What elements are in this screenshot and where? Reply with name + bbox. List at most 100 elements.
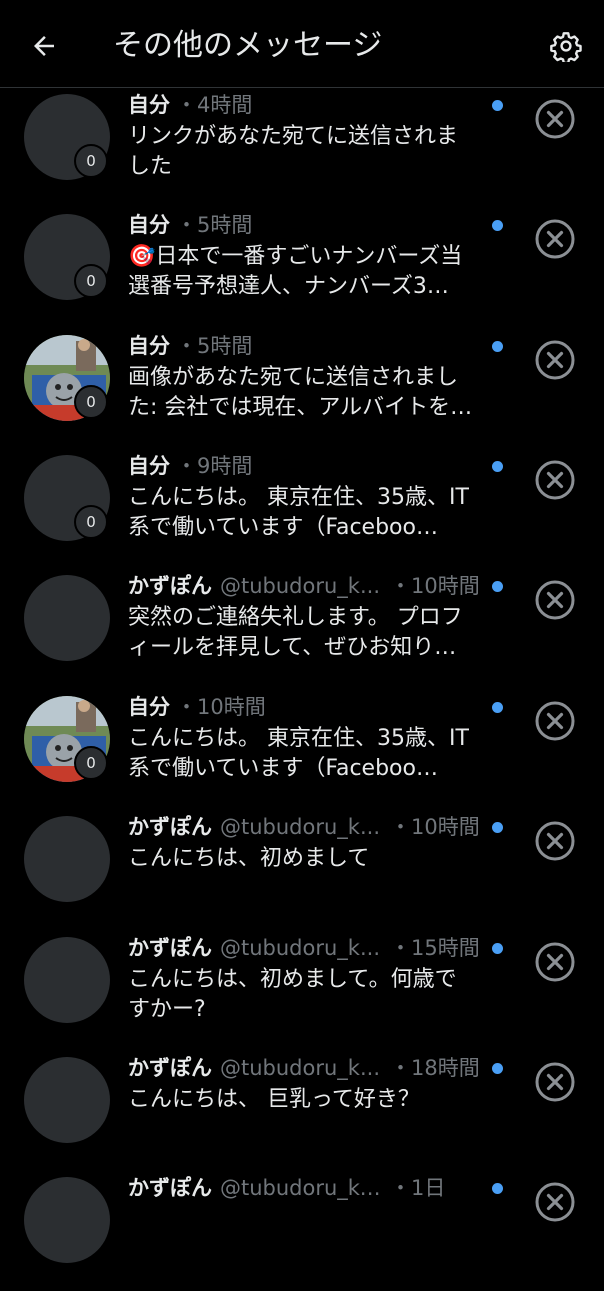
sender-line: かずぽん @tubudoru_k...	[128, 571, 380, 601]
sender-name: かずぽん	[128, 936, 212, 960]
message-time: ・9時間	[176, 454, 253, 478]
close-circle-icon	[535, 219, 575, 259]
dismiss-button[interactable]	[533, 1180, 577, 1224]
message-preview: 🎯日本で一番すごいナンバーズ当選番号予想達人、ナンバーズ3…	[128, 244, 463, 299]
close-circle-icon	[535, 942, 575, 982]
sender-handle: @tubudoru_k...	[220, 815, 380, 839]
dismiss-button[interactable]	[533, 1060, 577, 1104]
avatar[interactable]	[24, 937, 110, 1023]
conversation-row[interactable]: かずぽん @tubudoru_k... ・18時間こんにちは、 巨乳って好き？	[0, 1051, 604, 1171]
sender-line: 自分 ・5時間	[128, 210, 252, 240]
sender-name: かずぽん	[128, 1176, 212, 1200]
avatar[interactable]: 0	[24, 455, 110, 541]
message-time: ・10時間	[390, 815, 480, 839]
unread-dot	[492, 943, 503, 954]
message-time: ・5時間	[176, 334, 253, 358]
unread-dot	[492, 702, 503, 713]
sender-handle: @tubudoru_k...	[220, 936, 380, 960]
dismiss-button[interactable]	[533, 578, 577, 622]
conversation-row[interactable]: 0 自分 ・5時間画像があなた宛てに送信されました: 会社では現在、アルバイトを…	[0, 329, 604, 449]
sender-line: かずぽん @tubudoru_k...	[128, 1053, 380, 1083]
page-title: その他のメッセージ	[113, 28, 383, 63]
conversation-row[interactable]: 0 自分 ・5時間 🎯日本で一番すごいナンバーズ当選番号予想達人、ナンバーズ3…	[0, 208, 604, 328]
conversation-row[interactable]: 0 自分 ・10時間こんにちは。 東京在住、35歳、IT系で働いています（Faceb…	[0, 690, 604, 810]
unread-dot	[492, 1063, 503, 1074]
message-preview: 画像があなた宛てに送信されました: 会社では現在、アルバイトを…	[128, 365, 473, 420]
avatar-badge: 0	[74, 746, 108, 780]
message-preview: こんにちは、 巨乳って好き？	[128, 1087, 420, 1112]
sender-name: 自分	[128, 93, 170, 117]
avatar[interactable]: 0	[24, 94, 110, 180]
avatar[interactable]: 0	[24, 335, 110, 421]
dismiss-button[interactable]	[533, 819, 577, 863]
arrow-left-icon	[34, 36, 54, 56]
message-preview: こんにちは、初めまして。何歳ですかー?	[128, 967, 457, 1022]
message-preview: 突然のご連絡失礼します。 プロフィールを拝見して、ぜひお知り…	[128, 605, 463, 660]
message-preview: こんにちは。 東京在住、35歳、IT系で働いています（Faceboo…	[128, 485, 469, 540]
message-time: ・5時間	[176, 213, 253, 237]
avatar[interactable]	[24, 1057, 110, 1143]
avatar[interactable]	[24, 816, 110, 902]
avatar-badge: 0	[74, 144, 108, 178]
close-circle-icon	[535, 821, 575, 861]
sender-line: かずぽん @tubudoru_k...	[128, 933, 380, 963]
gear-icon	[550, 32, 582, 62]
conversation-row[interactable]: かずぽん @tubudoru_k... ・10時間突然のご連絡失礼します。 プロフィ…	[0, 569, 604, 689]
sender-line: かずぽん @tubudoru_k...	[128, 812, 380, 842]
dismiss-button[interactable]	[533, 458, 577, 502]
close-circle-icon	[535, 460, 575, 500]
conversation-row[interactable]: かずぽん @tubudoru_k... ・15時間こんにちは、初めまして。何歳ですか…	[0, 931, 604, 1051]
conversation-row[interactable]: 0 自分 ・4時間リンクがあなた宛てに送信されました	[0, 88, 604, 208]
message-preview: こんにちは。 東京在住、35歳、IT系で働いています（Faceboo…	[128, 726, 469, 781]
close-circle-icon	[535, 580, 575, 620]
message-time: ・15時間	[390, 936, 480, 960]
unread-dot	[492, 220, 503, 231]
conversation-row[interactable]: かずぽん @tubudoru_k... ・10時間 こんにちは、初めまして	[0, 810, 604, 930]
sender-handle: @tubudoru_k...	[220, 574, 380, 598]
close-circle-icon	[535, 701, 575, 741]
message-time: ・18時間	[390, 1056, 480, 1080]
unread-dot	[492, 822, 503, 833]
back-button[interactable]	[22, 24, 66, 68]
conversation-row[interactable]: かずぽん @tubudoru_kazu ・1日	[0, 1171, 604, 1291]
top-app-bar: その他のメッセージ	[0, 0, 604, 88]
message-preview: リンクがあなた宛てに送信されました	[128, 124, 459, 179]
close-circle-icon	[535, 1062, 575, 1102]
close-circle-icon	[535, 99, 575, 139]
sender-line: かずぽん @tubudoru_kazu	[128, 1173, 382, 1203]
sender-handle: @tubudoru_kazu	[220, 1176, 382, 1200]
sender-name: 自分	[128, 454, 170, 478]
close-circle-icon	[535, 1182, 575, 1222]
dismiss-button[interactable]	[533, 940, 577, 984]
unread-dot	[492, 461, 503, 472]
dismiss-button[interactable]	[533, 217, 577, 261]
sender-line: 自分 ・5時間	[128, 331, 252, 361]
sender-line: 自分 ・10時間	[128, 692, 266, 722]
unread-dot	[492, 581, 503, 592]
message-time: ・1日	[390, 1176, 446, 1200]
avatar-badge: 0	[74, 385, 108, 419]
avatar[interactable]: 0	[24, 696, 110, 782]
unread-dot	[492, 1183, 503, 1194]
conversation-row[interactable]: 0 自分 ・9時間こんにちは。 東京在住、35歳、IT系で働いています（Facebo…	[0, 449, 604, 569]
message-time: ・10時間	[390, 574, 480, 598]
unread-dot	[492, 341, 503, 352]
settings-button[interactable]	[544, 24, 588, 68]
avatar-badge: 0	[74, 264, 108, 298]
dismiss-button[interactable]	[533, 97, 577, 141]
unread-dot	[492, 100, 503, 111]
avatar[interactable]: 0	[24, 214, 110, 300]
sender-line: 自分 ・9時間	[128, 451, 252, 481]
dismiss-button[interactable]	[533, 699, 577, 743]
sender-line: 自分 ・4時間	[128, 90, 252, 120]
sender-name: かずぽん	[128, 815, 212, 839]
avatar[interactable]	[24, 575, 110, 661]
sender-name: かずぽん	[128, 1056, 212, 1080]
avatar[interactable]	[24, 1177, 110, 1263]
message-time: ・10時間	[176, 695, 266, 719]
avatar-badge: 0	[74, 505, 108, 539]
dismiss-button[interactable]	[533, 338, 577, 382]
sender-name: 自分	[128, 695, 170, 719]
message-time: ・4時間	[176, 93, 253, 117]
message-preview: こんにちは、初めまして	[128, 846, 370, 871]
